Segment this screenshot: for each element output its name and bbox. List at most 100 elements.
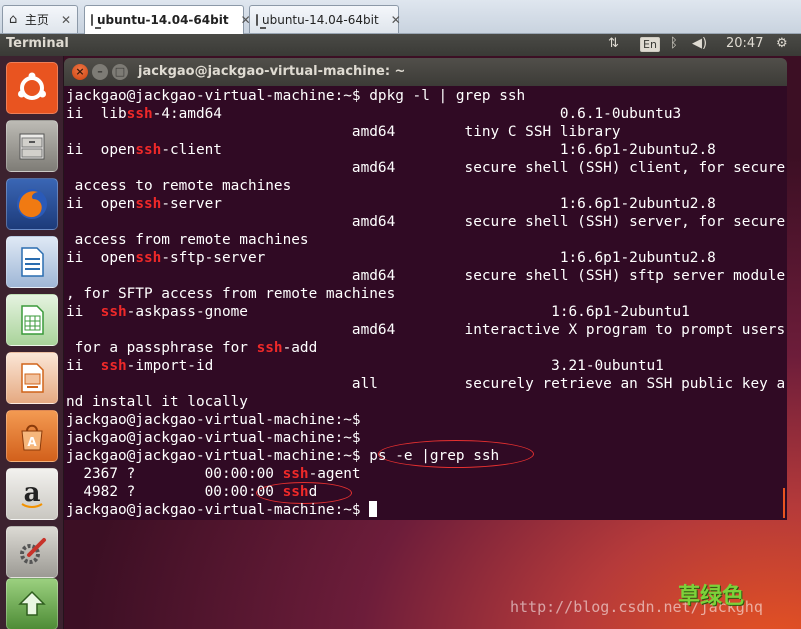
home-icon: ⌂ bbox=[9, 11, 18, 27]
host-tab-strip: ⌂ 主页 ✕ ubuntu-14.04-64bit ✕ ubuntu-14.04… bbox=[0, 0, 801, 34]
watermark-brand: 草绿色 bbox=[678, 584, 745, 609]
terminal-text: all securely retrieve an SSH public key … bbox=[66, 376, 786, 392]
terminal-text: amd64 secure shell (SSH) sftp server mod… bbox=[66, 268, 786, 284]
terminal-text: -server 1:6.6p1-2ubuntu2.8 bbox=[161, 196, 716, 212]
libreoffice-calc-icon bbox=[21, 305, 44, 335]
terminal-text: ii open bbox=[66, 142, 136, 158]
launcher-firefox[interactable] bbox=[6, 178, 58, 230]
libreoffice-writer-icon bbox=[21, 247, 44, 277]
terminal-line: amd64 tiny C SSH library bbox=[66, 123, 621, 141]
launcher-calc[interactable] bbox=[6, 294, 58, 346]
launcher-dash-home[interactable] bbox=[6, 62, 58, 114]
terminal-text: ii bbox=[66, 304, 101, 320]
close-icon[interactable]: ✕ bbox=[391, 13, 401, 27]
terminal-scroll-indicator bbox=[783, 488, 785, 518]
terminal-text: nd install it locally bbox=[66, 394, 248, 410]
terminal-text: jackgao@jackgao-virtual-machine:~$ dpkg … bbox=[66, 88, 526, 104]
terminal-text: -agent bbox=[308, 466, 361, 482]
terminal-text: 2367 ? 00:00:00 bbox=[66, 466, 283, 482]
terminal-text: amd64 secure shell (SSH) server, for sec… bbox=[66, 214, 786, 230]
terminal-line: amd64 secure shell (SSH) sftp server mod… bbox=[66, 267, 785, 285]
host-tab-home[interactable]: ⌂ 主页 ✕ bbox=[2, 5, 78, 33]
volume-icon[interactable]: ◀) bbox=[692, 36, 707, 51]
match-highlight: ssh bbox=[100, 358, 127, 374]
terminal-text: jackgao@jackgao-virtual-machine:~$ bbox=[66, 502, 370, 518]
terminal-text: ii lib bbox=[66, 106, 127, 122]
terminal-line: , for SFTP access from remote machines bbox=[66, 285, 395, 303]
panel-app-title: Terminal bbox=[6, 36, 69, 51]
terminal-text: ii open bbox=[66, 196, 136, 212]
window-minimize-button[interactable]: – bbox=[92, 64, 108, 80]
file-cabinet-icon bbox=[19, 133, 45, 160]
terminal-text: ii open bbox=[66, 250, 136, 266]
window-maximize-button[interactable]: □ bbox=[112, 64, 128, 80]
terminal-line: ii openssh-sftp-server 1:6.6p1-2ubuntu2.… bbox=[66, 249, 716, 267]
terminal-line: access to remote machines bbox=[66, 177, 292, 195]
terminal-text: amd64 interactive X program to prompt us… bbox=[66, 322, 786, 338]
terminal-line: amd64 secure shell (SSH) client, for sec… bbox=[66, 159, 785, 177]
launcher-impress[interactable] bbox=[6, 352, 58, 404]
host-tab-label: 主页 bbox=[24, 13, 49, 27]
launcher-writer[interactable] bbox=[6, 236, 58, 288]
match-highlight: ssh bbox=[256, 340, 283, 356]
terminal-text: -askpass-gnome 1:6.6p1-2ubuntu1 bbox=[126, 304, 690, 320]
host-tab-label: ubuntu-14.04-64bit bbox=[262, 12, 379, 27]
terminal-line: ii openssh-client 1:6.6p1-2ubuntu2.8 bbox=[66, 141, 716, 159]
terminal-line: ii openssh-server 1:6.6p1-2ubuntu2.8 bbox=[66, 195, 716, 213]
host-tab-vm-active[interactable]: ubuntu-14.04-64bit ✕ bbox=[84, 5, 251, 34]
terminal-text: ii bbox=[66, 358, 101, 374]
bluetooth-icon[interactable]: ᛒ bbox=[670, 36, 678, 51]
terminal-line: amd64 secure shell (SSH) server, for sec… bbox=[66, 213, 785, 231]
match-highlight: ssh bbox=[135, 142, 162, 158]
launcher-files[interactable] bbox=[6, 120, 58, 172]
terminal-line: jackgao@jackgao-virtual-machine:~$ bbox=[66, 411, 361, 429]
terminal-line: amd64 interactive X program to prompt us… bbox=[66, 321, 785, 339]
terminal-text: access from remote machines bbox=[66, 232, 309, 248]
ubuntu-logo-icon bbox=[18, 72, 46, 100]
panel-clock[interactable]: 20:47 bbox=[726, 36, 763, 51]
terminal-text: jackgao@jackgao-virtual-machine:~$ bbox=[66, 430, 361, 446]
terminal-text: -client 1:6.6p1-2ubuntu2.8 bbox=[161, 142, 716, 158]
terminal-line: ii ssh-askpass-gnome 1:6.6p1-2ubuntu1 bbox=[66, 303, 690, 321]
keyboard-layout-indicator[interactable]: En bbox=[640, 37, 660, 52]
terminal-titlebar[interactable]: × – □ jackgao@jackgao-virtual-machine: ~ bbox=[64, 58, 787, 86]
updater-icon bbox=[18, 590, 46, 616]
match-highlight: ssh bbox=[282, 484, 309, 500]
top-panel: Terminal ⇅ En ᛒ ◀) 20:47 ⚙ bbox=[0, 34, 801, 56]
terminal-line: 4982 ? 00:00:00 sshd bbox=[66, 483, 317, 501]
terminal-line: ii libssh-4:amd64 0.6.1-0ubuntu3 bbox=[66, 105, 681, 123]
network-icon[interactable]: ⇅ bbox=[608, 36, 619, 51]
launcher-software-updater[interactable] bbox=[6, 578, 58, 629]
launcher-amazon[interactable]: a bbox=[6, 468, 58, 520]
terminal-text: jackgao@jackgao-virtual-machine:~$ ps -e… bbox=[66, 448, 500, 464]
libreoffice-impress-icon bbox=[21, 363, 44, 393]
terminal-cursor bbox=[369, 501, 378, 517]
close-icon[interactable]: ✕ bbox=[61, 13, 71, 27]
terminal-line: all securely retrieve an SSH public key … bbox=[66, 375, 785, 393]
terminal-text: -sftp-server 1:6.6p1-2ubuntu2.8 bbox=[161, 250, 716, 266]
terminal-output[interactable]: jackgao@jackgao-virtual-machine:~$ dpkg … bbox=[64, 86, 787, 520]
launcher-system-settings[interactable] bbox=[6, 526, 58, 578]
amazon-icon: a bbox=[21, 478, 43, 508]
terminal-line: jackgao@jackgao-virtual-machine:~$ dpkg … bbox=[66, 87, 525, 105]
host-tab-label: ubuntu-14.04-64bit bbox=[97, 13, 229, 27]
terminal-text: , for SFTP access from remote machines bbox=[66, 286, 396, 302]
launcher-software-center[interactable]: A bbox=[6, 410, 58, 462]
terminal-line: access from remote machines bbox=[66, 231, 309, 249]
terminal-text: amd64 tiny C SSH library bbox=[66, 124, 621, 140]
svg-text:a: a bbox=[24, 478, 41, 508]
terminal-window[interactable]: × – □ jackgao@jackgao-virtual-machine: ~… bbox=[64, 58, 787, 520]
terminal-line: jackgao@jackgao-virtual-machine:~$ bbox=[66, 429, 361, 447]
match-highlight: ssh bbox=[135, 196, 162, 212]
terminal-line: ii ssh-import-id 3.21-0ubuntu1 bbox=[66, 357, 664, 375]
terminal-line: for a passphrase for ssh-add bbox=[66, 339, 318, 357]
terminal-text: d bbox=[308, 484, 318, 500]
terminal-text: for a passphrase for bbox=[66, 340, 257, 356]
terminal-line: 2367 ? 00:00:00 ssh-agent bbox=[66, 465, 361, 483]
terminal-text: access to remote machines bbox=[66, 178, 292, 194]
terminal-line: nd install it locally bbox=[66, 393, 248, 411]
host-tab-vm[interactable]: ubuntu-14.04-64bit ✕ bbox=[249, 5, 401, 33]
terminal-line: jackgao@jackgao-virtual-machine:~$ bbox=[66, 501, 378, 519]
settings-icon[interactable]: ⚙ bbox=[776, 36, 788, 51]
window-close-button[interactable]: × bbox=[72, 64, 88, 80]
